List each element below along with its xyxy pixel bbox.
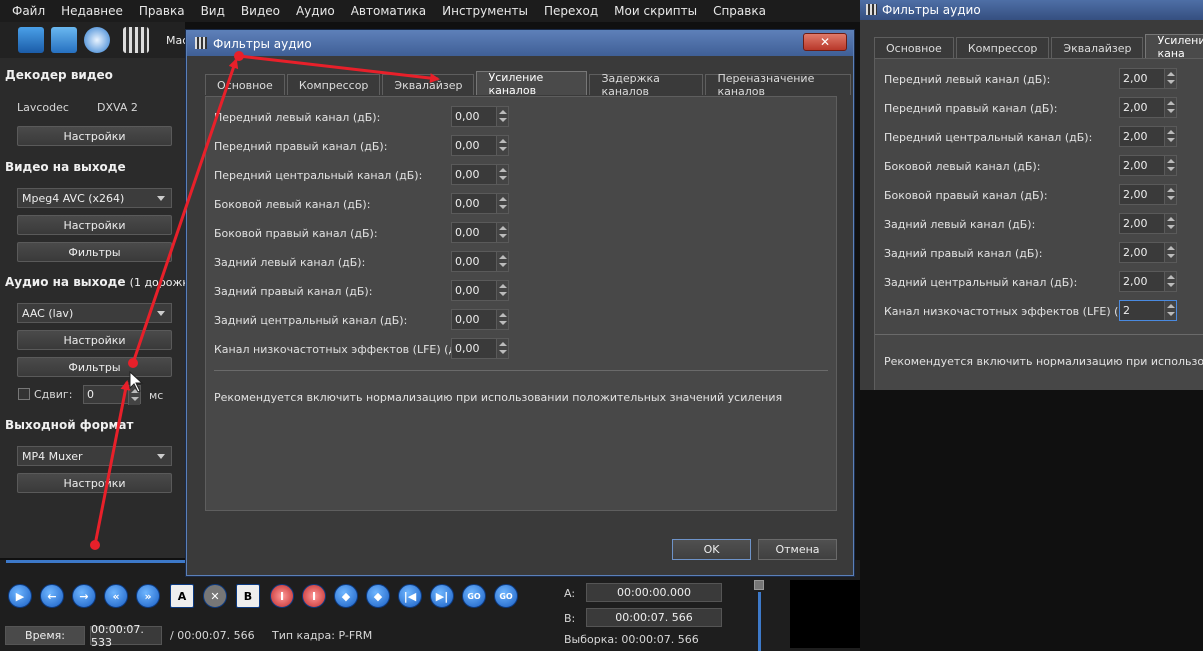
annotation-dot [90,540,100,550]
mouse-cursor-icon [129,370,144,393]
annotation-overlay [90,51,440,550]
arrow-to-title [131,58,239,364]
annotation-dot [234,51,244,61]
arrow-to-tab [238,54,440,84]
annotation-dot [128,358,138,368]
arrow-to-filters [93,380,131,546]
